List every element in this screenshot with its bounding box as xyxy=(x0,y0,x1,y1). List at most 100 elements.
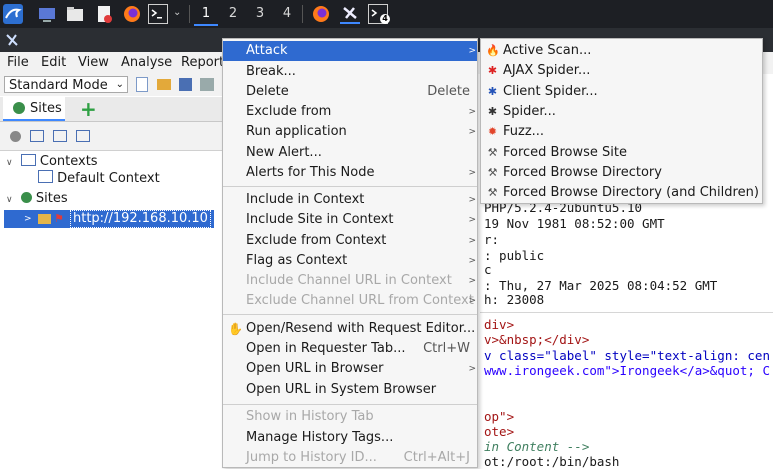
body-line: ot:/root:/bin/bash xyxy=(484,454,620,469)
submenu-item-ajax-spider[interactable]: ✱ AJAX Spider... xyxy=(481,61,762,81)
save-session-icon[interactable] xyxy=(179,78,192,91)
chevron-right-icon: > xyxy=(468,364,476,374)
chevron-down-icon[interactable]: ⌄ xyxy=(173,7,181,18)
header-line: c xyxy=(484,262,492,277)
tree-node-host[interactable]: > ⚑ http://192.168.10.10 xyxy=(4,210,214,228)
submenu-item-client-spider[interactable]: ✱ Client Spider... xyxy=(481,82,762,102)
menu-item-open-resend-request-editor[interactable]: ✋ Open/Resend with Request Editor... xyxy=(223,319,477,339)
sites-toolbar xyxy=(0,122,222,151)
submenu-item-forced-browse-directory-children[interactable]: ⚒ Forced Browse Directory (and Children) xyxy=(481,183,762,203)
menu-item-delete[interactable]: Delete Delete xyxy=(223,82,477,102)
red-spider-icon: ✱ xyxy=(487,64,498,77)
submenu-item-fuzz[interactable]: ✹ Fuzz... xyxy=(481,122,762,142)
submenu-item-active-scan[interactable]: 🔥 Active Scan... xyxy=(481,41,762,61)
menu-item-flag-as-context[interactable]: Flag as Context > xyxy=(223,251,477,271)
menu-item-label: New Alert... xyxy=(246,145,322,160)
tree-label-default-context: Default Context xyxy=(57,171,160,186)
zap-app-icon xyxy=(4,32,20,48)
menu-item-include-site-in-context[interactable]: Include Site in Context > xyxy=(223,210,477,230)
workspace-1[interactable]: 1 xyxy=(194,4,218,26)
firefox-window-icon[interactable] xyxy=(311,4,331,24)
globe-icon xyxy=(13,102,25,114)
tree-node-contexts[interactable]: ∨ Contexts xyxy=(6,153,98,171)
menu-item-jump-to-history-id: Jump to History ID... Ctrl+Alt+J xyxy=(223,448,477,468)
menu-item-include-in-context[interactable]: Include in Context > xyxy=(223,190,477,210)
chevron-right-icon: > xyxy=(468,168,476,178)
submenu-item-label: Forced Browse Site xyxy=(503,145,627,160)
mode-select[interactable]: Standard Mode ⌄ xyxy=(4,76,128,93)
chevron-right-icon: > xyxy=(468,296,476,306)
workspace-2[interactable]: 2 xyxy=(221,4,245,24)
firefox-icon[interactable] xyxy=(122,4,142,24)
snapshot-icon[interactable] xyxy=(200,78,214,91)
menu-item-alerts-for-node[interactable]: Alerts for This Node > xyxy=(223,163,477,183)
terminal-window-icon[interactable]: 4 xyxy=(368,4,390,24)
menu-item-shortcut: Ctrl+W xyxy=(423,341,470,356)
menu-item-shortcut: Delete xyxy=(427,84,470,99)
workspace-3[interactable]: 3 xyxy=(248,4,272,24)
terminal-count-badge: 4 xyxy=(380,14,390,24)
submenu-item-spider[interactable]: ✱ Spider... xyxy=(481,102,762,122)
tree-node-default-context[interactable]: Default Context xyxy=(38,170,160,188)
open-session-icon[interactable] xyxy=(157,79,171,90)
add-tab-icon[interactable]: + xyxy=(80,97,97,121)
workspace-4[interactable]: 4 xyxy=(275,4,299,24)
body-line: v class="label" style="text-align: cen xyxy=(484,348,770,363)
desktop-icon[interactable] xyxy=(37,4,57,24)
menu-file[interactable]: File xyxy=(7,55,29,70)
body-line: ote> xyxy=(484,424,515,439)
export-context-icon[interactable] xyxy=(76,130,90,142)
menu-view[interactable]: View xyxy=(78,55,109,70)
file-manager-icon[interactable] xyxy=(65,4,85,24)
kali-menu-icon[interactable] xyxy=(3,4,23,24)
text-editor-icon[interactable] xyxy=(94,4,114,24)
chevron-right-icon: > xyxy=(468,276,476,286)
menu-item-label: Delete xyxy=(246,84,289,99)
menu-item-manage-history-tags[interactable]: Manage History Tags... xyxy=(223,428,477,448)
blue-spider-icon: ✱ xyxy=(487,85,498,98)
menu-item-open-url-system-browser[interactable]: Open URL in System Browser xyxy=(223,380,477,400)
menu-item-label: Break... xyxy=(246,64,296,79)
terminal-icon[interactable] xyxy=(148,4,168,24)
header-line: : Thu, 27 Mar 2025 08:04:52 GMT xyxy=(484,278,718,293)
menu-separator xyxy=(223,314,477,315)
menu-item-open-url-in-browser[interactable]: Open URL in Browser > xyxy=(223,359,477,379)
new-context-icon[interactable] xyxy=(30,130,44,142)
contexts-icon xyxy=(20,154,36,166)
body-line: v>&nbsp;</div> xyxy=(484,332,590,347)
chevron-right-icon: > xyxy=(468,215,476,225)
menu-item-exclude-from[interactable]: Exclude from > xyxy=(223,102,477,122)
submenu-item-forced-browse-site[interactable]: ⚒ Forced Browse Site xyxy=(481,143,762,163)
new-session-icon[interactable] xyxy=(136,77,148,92)
menu-report[interactable]: Report xyxy=(181,55,224,70)
context-menu: Attack > Break... Delete Delete Exclude … xyxy=(222,38,478,468)
chevron-down-icon[interactable]: ∨ xyxy=(6,158,13,168)
menu-item-label: Flag as Context xyxy=(246,253,348,268)
body-line: op"> xyxy=(484,409,515,424)
zap-window-icon[interactable] xyxy=(340,4,360,24)
submenu-item-forced-browse-directory[interactable]: ⚒ Forced Browse Directory xyxy=(481,163,762,183)
menu-item-show-in-history-tab: Show in History Tab xyxy=(223,407,477,427)
menu-item-break[interactable]: Break... xyxy=(223,62,477,82)
scope-icon[interactable] xyxy=(10,131,21,142)
menu-item-new-alert[interactable]: New Alert... xyxy=(223,143,477,163)
submenu-item-label: Forced Browse Directory xyxy=(503,165,662,180)
response-body-panel: div> v>&nbsp;</div> v class="label" styl… xyxy=(480,312,773,469)
menu-item-shortcut: Ctrl+Alt+J xyxy=(403,450,470,465)
body-line: www.irongeek.com">Irongeek</a>&quot; C xyxy=(484,363,770,378)
chevron-down-icon[interactable]: ∨ xyxy=(6,195,13,205)
tree-node-sites[interactable]: ∨ Sites xyxy=(6,190,68,208)
response-header-panel: PHP/5.2.4-2ubuntu5.10 19 Nov 1981 08:52:… xyxy=(480,196,773,307)
menu-item-label: Include Site in Context xyxy=(246,212,394,227)
import-context-icon[interactable] xyxy=(53,130,67,142)
chevron-right-icon[interactable]: > xyxy=(24,210,32,228)
menu-item-exclude-from-context[interactable]: Exclude from Context > xyxy=(223,231,477,251)
chevron-right-icon: > xyxy=(468,46,476,56)
menu-item-label: Run application xyxy=(246,124,347,139)
menu-analyse[interactable]: Analyse xyxy=(121,55,172,70)
menu-item-run-application[interactable]: Run application > xyxy=(223,122,477,142)
menu-item-attack[interactable]: Attack > xyxy=(223,41,477,61)
tab-sites[interactable]: Sites xyxy=(3,97,65,121)
menu-edit[interactable]: Edit xyxy=(41,55,66,70)
menu-item-open-in-requester-tab[interactable]: Open in Requester Tab... Ctrl+W xyxy=(223,339,477,359)
